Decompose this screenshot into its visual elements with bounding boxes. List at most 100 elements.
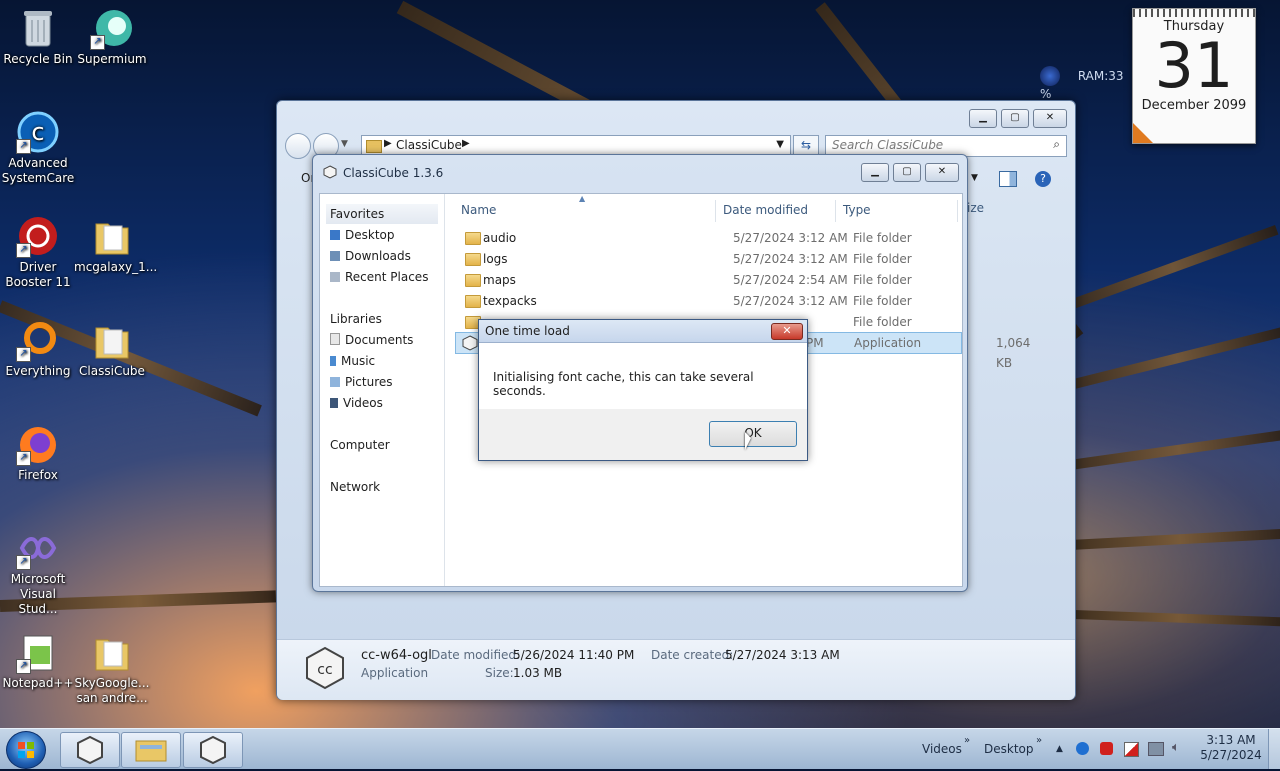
toolbar-videos[interactable]: Videos — [922, 729, 962, 769]
taskbar: Videos » Desktop » ▲ 🔈︎ 3:13 AM 5/27/202… — [0, 728, 1280, 769]
file-date: 5/27/2024 2:54 AM — [733, 273, 848, 287]
desktop-icon-advanced-systemcare[interactable]: c ↗ Advanced SystemCare — [0, 110, 76, 186]
nav-music[interactable]: Music — [326, 351, 375, 371]
desktop-icon-visual-studio[interactable]: ↗ Microsoft Visual Stud... — [0, 526, 76, 617]
desktop-icon-notepad-plus-plus[interactable]: ↗ Notepad++ — [0, 630, 76, 691]
classicube-window-title: ClassiCube 1.3.6 — [343, 166, 444, 180]
nav-label: Network — [330, 480, 381, 494]
back-button[interactable] — [285, 133, 311, 159]
ram-indicator-icon — [1040, 66, 1060, 86]
maximize-button[interactable]: ▢ — [893, 163, 921, 182]
classicube-icon — [200, 735, 226, 765]
list-item[interactable]: audio 5/27/2024 3:12 AM File folder — [455, 228, 962, 248]
taskbar-explorer-button[interactable] — [121, 732, 181, 768]
list-item[interactable]: texpacks 5/27/2024 3:12 AM File folder — [455, 291, 962, 311]
folder-icon — [465, 232, 481, 245]
desktop-icon-driver-booster[interactable]: ↗ Driver Booster 11 — [0, 214, 76, 290]
taskbar-classicube-button[interactable] — [60, 732, 120, 768]
tray-clock[interactable]: 3:13 AM 5/27/2024 — [1196, 733, 1266, 763]
column-divider — [715, 200, 716, 222]
dialog-close-button[interactable]: ✕ — [771, 323, 803, 340]
nav-libraries[interactable]: Libraries — [326, 309, 382, 329]
start-button[interactable] — [6, 731, 46, 769]
desktop-icon-firefox[interactable]: ↗ Firefox — [0, 422, 76, 483]
desktop-icon-mcgalaxy[interactable]: mcgalaxy_1... — [74, 214, 158, 275]
visual-studio-icon: ↗ — [16, 526, 60, 570]
desktop-icon-classicube[interactable]: ClassiCube — [74, 318, 150, 379]
breadcrumb-separator-icon: ▶ — [462, 138, 470, 149]
file-type: File folder — [853, 315, 912, 329]
breadcrumb[interactable]: ClassiCube — [396, 138, 462, 152]
name-column-header[interactable]: Name — [461, 200, 496, 220]
wallpaper-beam — [1073, 610, 1280, 627]
file-name: audio — [483, 231, 517, 245]
minimize-button[interactable]: ▁ — [861, 163, 889, 182]
close-button[interactable]: ✕ — [1033, 109, 1067, 128]
tray-app-icon[interactable] — [1076, 742, 1089, 755]
shortcut-arrow-icon: ↗ — [16, 659, 31, 674]
desktop-icon-label: Driver Booster 11 — [5, 260, 71, 289]
application-icon — [462, 335, 478, 351]
recent-places-icon — [330, 272, 340, 282]
breadcrumb-separator-icon: ▶ — [384, 138, 392, 149]
tray-flag-icon[interactable] — [1124, 742, 1139, 757]
minimize-button[interactable]: ▁ — [969, 109, 997, 128]
list-item[interactable]: logs 5/27/2024 3:12 AM File folder — [455, 249, 962, 269]
details-date-created-label: Date created: — [651, 648, 734, 662]
desktop-icon-supermium[interactable]: ↗ Supermium — [74, 6, 150, 67]
view-options-dropdown[interactable]: ▼ — [971, 173, 978, 183]
show-hidden-icons[interactable]: ▲ — [1056, 729, 1063, 769]
toolbar-desktop[interactable]: Desktop — [984, 729, 1034, 769]
close-button[interactable]: ✕ — [925, 163, 959, 182]
shortcut-arrow-icon: ↗ — [16, 243, 31, 258]
documents-icon — [330, 333, 340, 345]
svg-text:cc: cc — [317, 662, 332, 678]
folder-icon — [366, 140, 382, 153]
address-dropdown-icon[interactable]: ▼ — [776, 139, 784, 150]
nav-recent-places[interactable]: Recent Places — [326, 267, 428, 287]
file-type: Application — [854, 336, 922, 350]
ok-button[interactable]: OK — [709, 421, 797, 447]
nav-network[interactable]: Network — [326, 477, 380, 497]
preview-pane-icon[interactable] — [999, 171, 1017, 187]
size-column-header[interactable]: ize — [967, 201, 984, 215]
dialog-title: One time load — [479, 320, 807, 343]
date-modified-column-header[interactable]: Date modified — [723, 200, 808, 220]
nav-favorites[interactable]: Favorites — [326, 204, 438, 224]
shortcut-arrow-icon: ↗ — [16, 347, 31, 362]
desktop-icon-skygoogle[interactable]: SkyGoogle... san andre... — [74, 630, 150, 706]
taskbar-classicube-window-button[interactable] — [183, 732, 243, 768]
tray-network-icon[interactable] — [1148, 742, 1164, 756]
desktop-icon-everything[interactable]: ↗ Everything — [0, 318, 76, 379]
one-time-load-dialog[interactable]: One time load ✕ Initialising font cache,… — [478, 319, 808, 461]
nav-documents[interactable]: Documents — [326, 330, 413, 350]
nav-downloads[interactable]: Downloads — [326, 246, 411, 266]
desktop-icon-recycle-bin[interactable]: Recycle Bin — [0, 6, 76, 67]
desktop-icon-label: mcgalaxy_1... — [74, 260, 158, 274]
show-desktop-button[interactable] — [1268, 729, 1280, 769]
help-icon[interactable]: ? — [1035, 171, 1051, 187]
toolbar-expand-icon[interactable]: » — [964, 721, 970, 761]
details-date-modified: 5/26/2024 11:40 PM — [513, 648, 635, 662]
nav-videos[interactable]: Videos — [326, 393, 383, 413]
search-icon: ⌕ — [1053, 137, 1060, 151]
search-placeholder: Search ClassiCube — [832, 138, 944, 152]
nav-label: Computer — [330, 438, 390, 452]
type-column-header[interactable]: Type — [843, 200, 871, 220]
ram-gadget[interactable]: RAM:33 % — [1040, 66, 1130, 101]
recent-pages-dropdown[interactable]: ▼ — [341, 139, 348, 149]
nav-pictures[interactable]: Pictures — [326, 372, 393, 392]
toolbar-expand-icon[interactable]: » — [1036, 721, 1042, 761]
list-item[interactable]: maps 5/27/2024 2:54 AM File folder — [455, 270, 962, 290]
nav-computer[interactable]: Computer — [326, 435, 390, 455]
calendar-corner-fold — [1133, 123, 1153, 143]
calendar-gadget[interactable]: Thursday 31 December 2099 — [1132, 8, 1256, 144]
explorer-folder-icon — [135, 740, 167, 762]
desktop-icon-label: Advanced SystemCare — [1, 156, 75, 185]
file-date: 5/27/2024 3:12 AM — [733, 294, 848, 308]
maximize-button[interactable]: ▢ — [1001, 109, 1029, 128]
nav-desktop[interactable]: Desktop — [326, 225, 395, 245]
tray-volume-icon[interactable]: 🔈︎ — [1172, 740, 1180, 755]
tray-record-icon[interactable] — [1100, 742, 1113, 755]
notepad-plus-plus-icon: ↗ — [16, 630, 60, 674]
